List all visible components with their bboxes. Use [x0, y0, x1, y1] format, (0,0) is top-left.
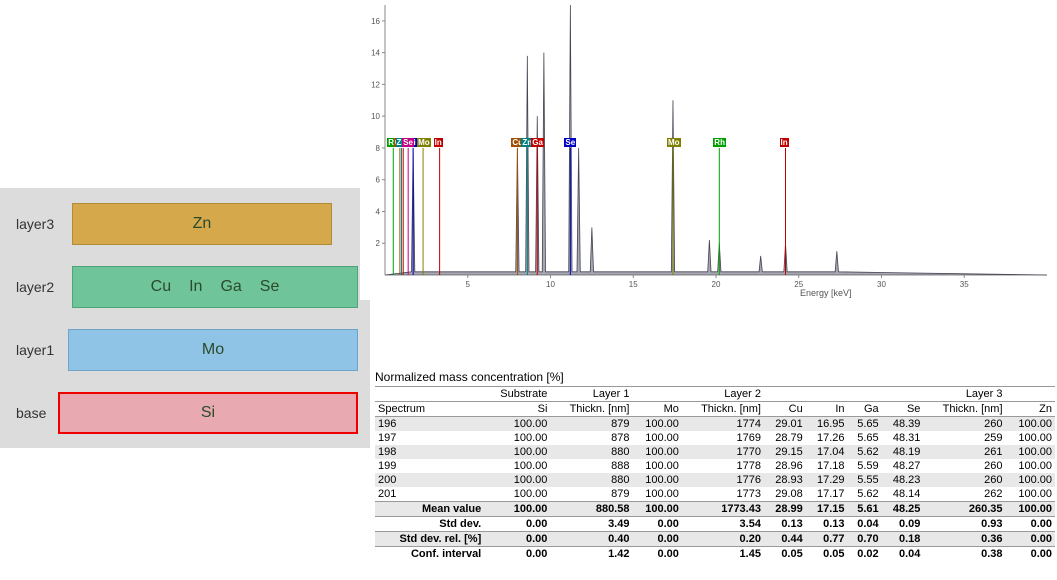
layer2-row: layer2 Cu In Ga Se — [12, 259, 358, 314]
base-label: base — [12, 405, 58, 421]
base-bar: Si — [58, 392, 358, 434]
results-table: Normalized mass concentration [%] Substr… — [375, 370, 1055, 561]
table-stats: Mean value100.00880.58100.001773.4328.99… — [375, 502, 1055, 562]
table-row: 201100.00879100.00177329.0817.175.6248.1… — [375, 487, 1055, 502]
svg-text:30: 30 — [877, 280, 886, 289]
table-header-groups: SubstrateLayer 1Layer 2Layer 3 — [375, 387, 1055, 402]
layer3-row: layer3 Zn — [12, 196, 358, 251]
svg-text:35: 35 — [960, 280, 969, 289]
element-mo: Mo — [202, 341, 224, 359]
svg-text:5: 5 — [466, 280, 471, 289]
svg-text:12: 12 — [371, 80, 380, 89]
svg-text:14: 14 — [371, 49, 380, 58]
element-marker-rh: Rh — [713, 138, 726, 147]
layer1-row: layer1 Mo — [12, 322, 358, 377]
element-marker-ga: Ga — [531, 138, 544, 147]
table-row: 199100.00888100.00177828.9617.185.5948.2… — [375, 459, 1055, 473]
element-marker-mo: Mo — [417, 138, 431, 147]
chart-svg: 5101520253035246810121416 — [360, 0, 1057, 300]
table-stat-row: Std dev.0.003.490.003.540.130.130.040.09… — [375, 517, 1055, 532]
base-row: base Si — [12, 385, 358, 440]
x-axis-label: Energy [keV] — [800, 288, 852, 298]
layer2-label: layer2 — [12, 279, 72, 295]
table-title: Normalized mass concentration [%] — [375, 370, 1055, 384]
element-marker-in: In — [780, 138, 789, 147]
table-stat-row: Conf. interval0.001.420.001.450.050.050.… — [375, 547, 1055, 562]
svg-text:6: 6 — [376, 176, 381, 185]
table-stat-row: Std dev. rel. [%]0.000.400.000.200.440.7… — [375, 532, 1055, 547]
table-row: 200100.00880100.00177628.9317.295.5548.2… — [375, 473, 1055, 487]
element-marker-in: In — [434, 138, 443, 147]
element-marker-mo: Mo — [667, 138, 681, 147]
element-marker-se: Se — [564, 138, 576, 147]
svg-text:15: 15 — [629, 280, 638, 289]
table-header-cols: SpectrumSiThickn. [nm]MoThickn. [nm]CuIn… — [375, 402, 1055, 417]
element-cu: Cu — [151, 278, 171, 296]
spectrum-chart: 5101520253035246810121416 Energy [keV] R… — [360, 0, 1057, 300]
data-table: SubstrateLayer 1Layer 2Layer 3 SpectrumS… — [375, 386, 1055, 561]
table-row: 196100.00879100.00177429.0116.955.6548.3… — [375, 417, 1055, 432]
svg-text:10: 10 — [371, 112, 380, 121]
svg-text:4: 4 — [376, 207, 381, 216]
table-stat-row: Mean value100.00880.58100.001773.4328.99… — [375, 502, 1055, 517]
svg-text:10: 10 — [546, 280, 555, 289]
layer3-label: layer3 — [12, 216, 72, 232]
element-ga: Ga — [220, 278, 241, 296]
table-row: 197100.00878100.00176928.7917.265.6548.3… — [375, 431, 1055, 445]
svg-text:8: 8 — [376, 144, 381, 153]
svg-text:20: 20 — [712, 280, 721, 289]
layer1-label: layer1 — [12, 342, 68, 358]
element-in: In — [189, 278, 202, 296]
element-si: Si — [201, 404, 215, 422]
layer2-bar: Cu In Ga Se — [72, 266, 358, 308]
element-se: Se — [260, 278, 280, 296]
layer3-bar: Zn — [72, 203, 332, 245]
element-marker-se: Se — [402, 138, 414, 147]
svg-text:2: 2 — [376, 239, 381, 248]
table-body: 196100.00879100.00177429.0116.955.6548.3… — [375, 417, 1055, 502]
element-zn: Zn — [193, 215, 212, 233]
svg-text:16: 16 — [371, 17, 380, 26]
layer1-bar: Mo — [68, 329, 358, 371]
table-row: 198100.00880100.00177029.1517.045.6248.1… — [375, 445, 1055, 459]
layer-stack: layer3 Zn layer2 Cu In Ga Se layer1 Mo b… — [0, 188, 370, 448]
